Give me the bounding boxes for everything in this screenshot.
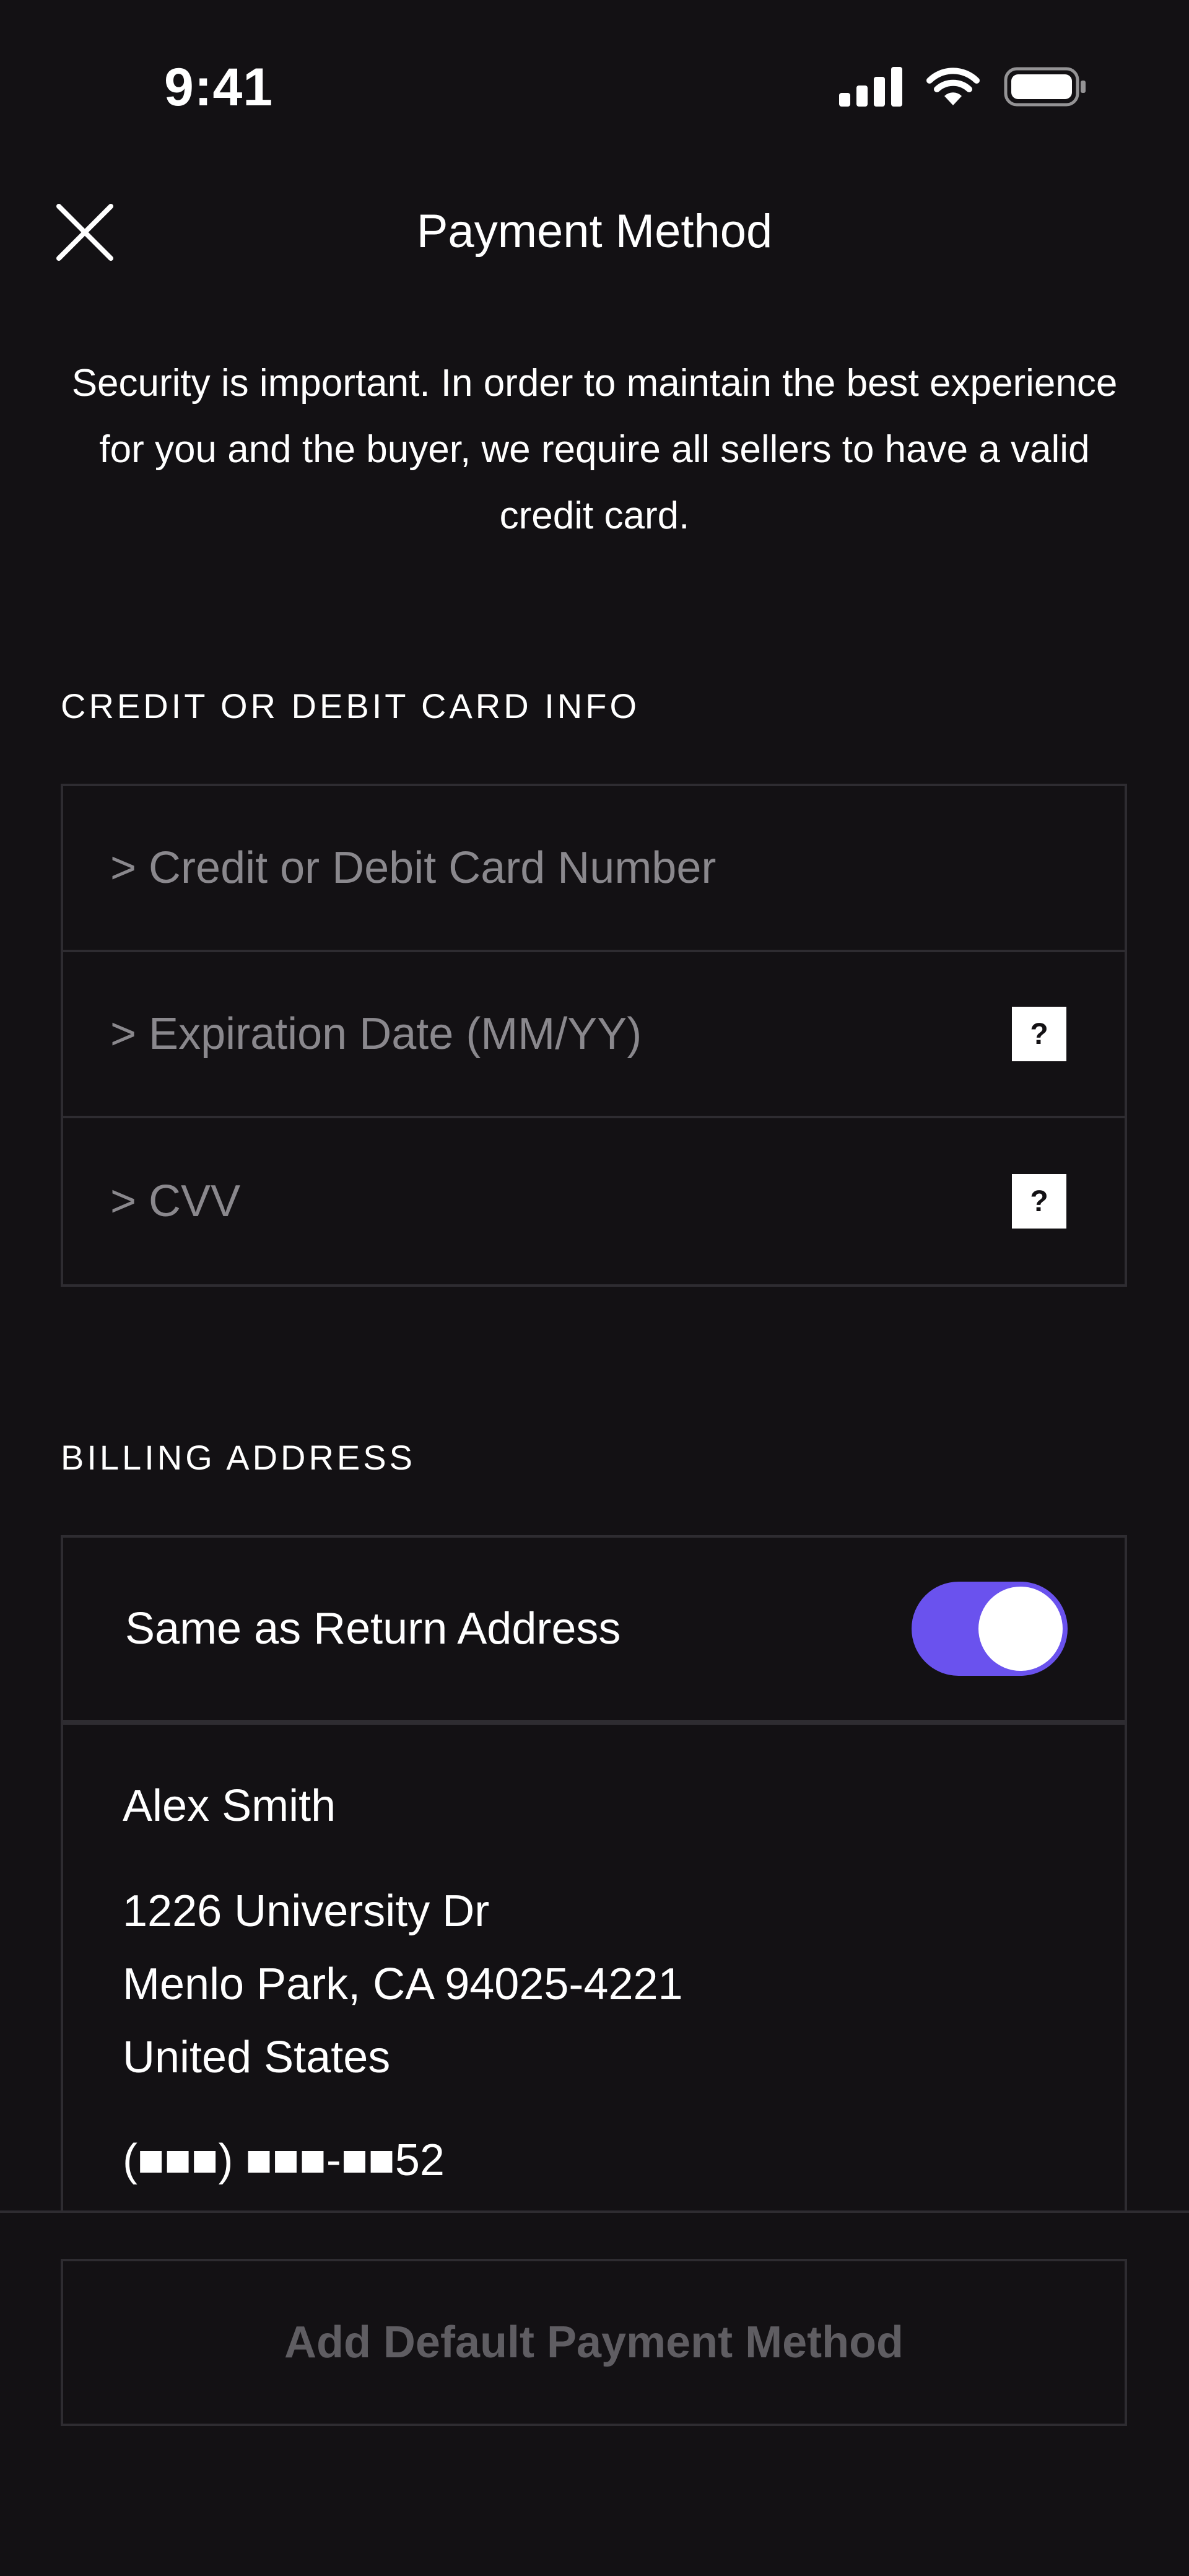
header: Payment Method (0, 186, 1189, 279)
status-time: 9:41 (164, 58, 274, 117)
same-as-return-label: Same as Return Address (125, 1604, 621, 1654)
question-mark-icon: ? (1030, 1185, 1048, 1218)
expiration-date-input[interactable] (110, 1009, 1056, 1059)
page-title: Payment Method (416, 205, 773, 258)
address-card: Alex Smith 1226 University Dr Menlo Park… (61, 1722, 1127, 2218)
toggle-knob (978, 1587, 1063, 1671)
same-as-return-row: Same as Return Address (61, 1535, 1127, 1722)
card-section-label: CREDIT OR DEBIT CARD INFO (61, 686, 640, 725)
cvv-input[interactable] (110, 1176, 1056, 1227)
wifi-icon (926, 68, 980, 105)
address-country: United States (123, 2033, 391, 2082)
expiration-row: ? (63, 952, 1125, 1118)
status-icons (839, 67, 1087, 107)
address-street: 1226 University Dr (123, 1886, 490, 1936)
cvv-help-button[interactable]: ? (1012, 1174, 1066, 1229)
security-notice: Security is important. In order to maint… (71, 362, 1118, 537)
card-number-row (63, 786, 1125, 952)
same-as-return-toggle[interactable] (912, 1582, 1068, 1676)
battery-icon (1004, 67, 1086, 107)
address-name: Alex Smith (123, 1781, 336, 1831)
card-fields-group: ? ? (61, 784, 1127, 1287)
cellular-signal-icon (839, 67, 902, 107)
expiration-help-button[interactable]: ? (1012, 1007, 1066, 1061)
address-city-line: Menlo Park, CA 94025-4221 (123, 1960, 683, 2009)
status-bar: 9:41 (0, 0, 1189, 161)
question-mark-icon: ? (1030, 1017, 1048, 1051)
footer: Add Default Payment Method (0, 2213, 1189, 2576)
billing-section-label: BILLING ADDRESS (61, 1438, 416, 1477)
add-payment-method-button[interactable]: Add Default Payment Method (61, 2259, 1127, 2426)
cvv-row: ? (63, 1118, 1125, 1284)
card-number-input[interactable] (110, 843, 1056, 893)
address-phone: (■■■) ■■■-■■52 (123, 2136, 445, 2185)
